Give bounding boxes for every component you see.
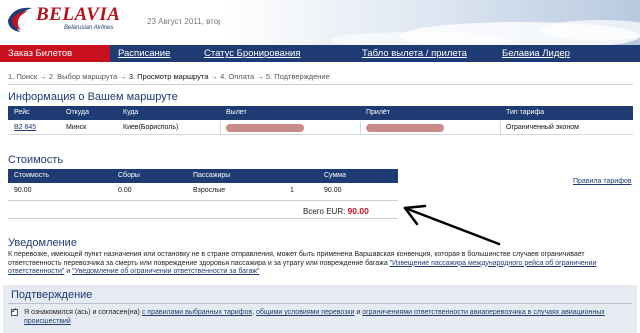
step-arrow-icon: → — [210, 72, 218, 81]
route-table-header: Рейс Откуда Куда Вылет Прилёт Тип тарифа — [8, 106, 633, 120]
confirmation-panel: Подтверждение Я ознакомился (ась) и согл… — [3, 285, 637, 333]
logo-text: BELAVIA — [36, 4, 121, 25]
header: BELAVIA Belarusian Airlines 23 Август 20… — [0, 0, 640, 45]
divider — [8, 200, 398, 201]
nav-tab-departures-board[interactable]: Табло вылета / прилета — [362, 45, 502, 62]
step-route-select: 2. Выбор маршрута — [48, 72, 118, 81]
fees-value: 0.00 — [118, 187, 132, 194]
col-fees: Сборы — [118, 172, 140, 179]
col-departure: Вылет — [226, 109, 247, 116]
step-arrow-icon: → — [39, 72, 47, 81]
col-to: Куда — [123, 109, 139, 116]
booking-steps: 1. Поиск → 2. Выбор маршрута → 3. Просмо… — [8, 72, 330, 81]
carriage-conditions-link[interactable]: общими условиями перевозки — [256, 309, 354, 316]
agree-text: Я ознакомился (ась) и согласен(на) — [24, 309, 142, 316]
belavia-logo[interactable]: BELAVIA Belarusian Airlines — [6, 3, 126, 37]
col-cost: Стоимость — [14, 172, 50, 179]
main-nav: Заказ Билетов Расписание Статус Брониров… — [0, 45, 640, 62]
route-section-title: Информация о Вашем маршруте — [8, 91, 178, 103]
fare-type: Ограниченный эконом — [506, 124, 579, 131]
from-city: Минск — [66, 124, 87, 131]
passenger-type: Взрослые — [193, 187, 226, 194]
flight-number-link[interactable]: В2 845 — [14, 124, 36, 131]
cost-table-header: Стоимость Сборы Пассажиры Сумма — [8, 169, 398, 183]
col-passengers: Пассажиры — [193, 172, 231, 179]
total-amount: Всего EUR: 90.00 — [303, 206, 369, 216]
header-clouds-decoration — [220, 0, 640, 45]
divider — [8, 84, 633, 85]
fare-rules-link[interactable]: Правила тарифов — [573, 178, 632, 185]
total-value: 90.00 — [347, 206, 369, 216]
divider — [220, 121, 221, 135]
passenger-count: 1 — [290, 187, 294, 194]
nav-tab-schedule[interactable]: Расписание — [118, 45, 204, 62]
col-from: Откуда — [66, 109, 90, 116]
step-search: 1. Поиск — [8, 72, 38, 81]
nav-tab-booking-status[interactable]: Статус Бронирования — [204, 45, 362, 62]
fare-rules-terms-link[interactable]: с правилами выбранных тарифов — [142, 309, 252, 316]
logo-subtitle: Belarusian Airlines — [64, 25, 114, 31]
col-flight: Рейс — [14, 109, 30, 116]
agree-label: Я ознакомился (ась) и согласен(на) с пра… — [24, 308, 624, 326]
notice-text: К перевозке, имеющей пункт назначения ил… — [8, 251, 633, 277]
nav-tab-tickets[interactable]: Заказ Билетов — [0, 45, 110, 62]
divider — [8, 303, 632, 304]
step-confirmation: 5. Подтверждение — [265, 72, 330, 81]
to-city: Киев(Борисполь) — [123, 124, 179, 131]
step-payment: 4. Оплата — [220, 72, 255, 81]
notice-and: и — [64, 268, 73, 275]
notice-baggage-link[interactable]: "Уведомление об ограничении ответственно… — [72, 268, 259, 275]
confirmation-title: Подтверждение — [11, 289, 93, 301]
departure-redacted — [226, 124, 304, 132]
step-arrow-icon: → — [256, 72, 264, 81]
table-row: В2 845 Минск Киев(Борисполь) Ограниченны… — [8, 121, 633, 135]
cost-value: 90.00 — [14, 187, 32, 194]
annotation-arrow-icon — [403, 204, 501, 246]
step-arrow-icon: → — [119, 72, 127, 81]
col-arrival: Прилёт — [366, 109, 391, 116]
logo-emblem-icon — [8, 7, 32, 32]
nav-tab-belavia-leader[interactable]: Белавиа Лидер — [502, 45, 612, 62]
divider — [360, 121, 361, 135]
table-row: 90.00 0.00 Взрослые 1 90.00 — [8, 184, 398, 198]
col-sum: Сумма — [324, 172, 346, 179]
arrival-redacted — [366, 124, 444, 132]
step-route-review: 3. Просмотр маршрута — [128, 72, 209, 81]
divider — [8, 218, 398, 219]
total-label: Всего EUR: — [303, 207, 346, 216]
divider — [500, 121, 501, 135]
notice-section-title: Уведомление — [8, 237, 77, 249]
agree-checkbox[interactable] — [11, 306, 18, 316]
cost-section-title: Стоимость — [8, 154, 64, 166]
sum-value: 90.00 — [324, 187, 342, 194]
col-fare-type: Тип тарифа — [506, 109, 545, 116]
